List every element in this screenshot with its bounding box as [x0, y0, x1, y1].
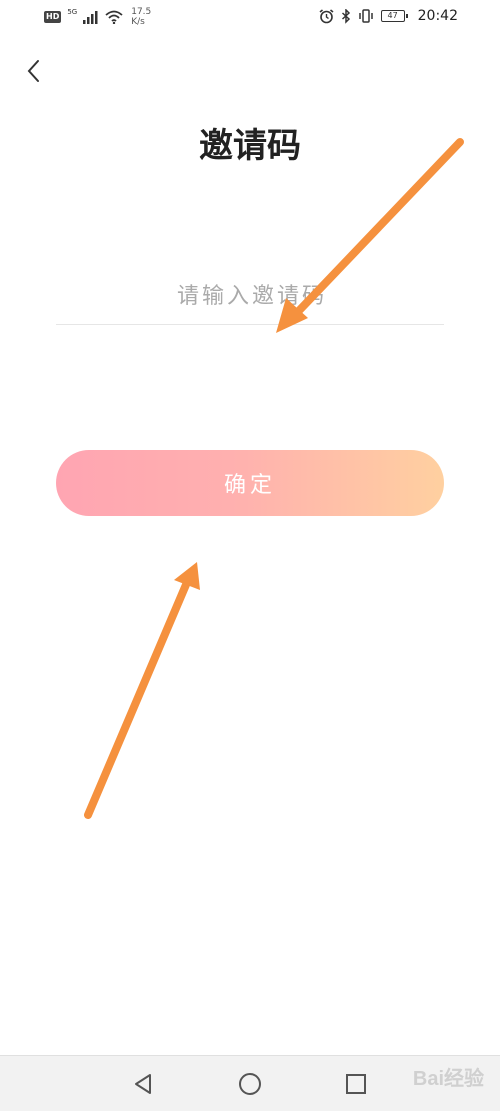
circle-home-icon: [239, 1073, 261, 1095]
status-left: HD 5G 17.5 K/s: [44, 7, 151, 27]
speed-unit: K/s: [131, 17, 145, 27]
nav-back-button[interactable]: [130, 1070, 158, 1098]
back-button[interactable]: [20, 56, 48, 86]
signal-icon: [83, 10, 98, 24]
network-speed: 17.5 K/s: [131, 7, 151, 27]
invite-code-input[interactable]: [56, 268, 448, 324]
nav-recents-button[interactable]: [342, 1070, 370, 1098]
bluetooth-icon: [341, 8, 350, 24]
confirm-button[interactable]: 确定: [56, 450, 444, 516]
alarm-icon: [319, 8, 334, 23]
square-recents-icon: [346, 1074, 366, 1094]
nav-home-button[interactable]: [236, 1070, 264, 1098]
triangle-back-icon: [135, 1074, 151, 1094]
hd-badge: HD: [44, 11, 62, 23]
invite-code-screen: HD 5G 17.5 K/s 47 20:42 邀请码 请输入邀请码 确定 Ba…: [0, 0, 500, 1111]
page-title: 邀请码: [199, 126, 301, 166]
wifi-icon: [105, 10, 123, 24]
speed-value: 17.5: [131, 7, 152, 17]
network-label: 5G: [67, 8, 78, 16]
watermark: Bai经验: [412, 1068, 484, 1090]
battery-indicator: 47: [380, 10, 408, 22]
vibrate-icon: [358, 9, 373, 23]
chevron-left-icon: [27, 60, 39, 82]
status-bar: HD 5G 17.5 K/s 47 20:42: [0, 0, 500, 36]
status-time: 20:42: [417, 8, 458, 24]
invite-code-field-wrapper: [56, 268, 448, 325]
status-right: 47 20:42: [319, 8, 458, 24]
